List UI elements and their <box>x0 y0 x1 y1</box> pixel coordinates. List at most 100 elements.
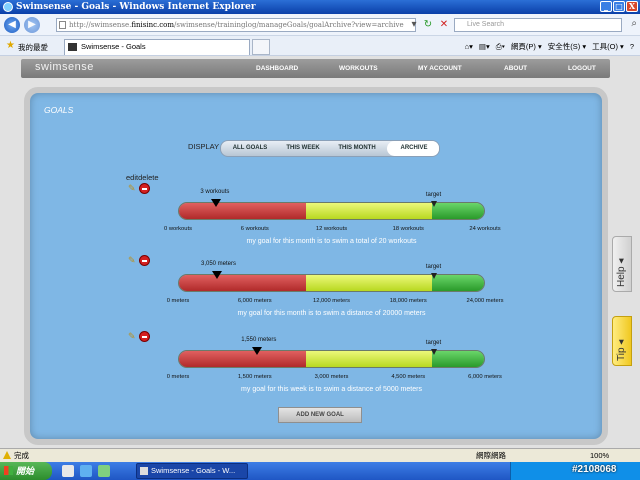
window-title: Swimsense - Goals - Windows Internet Exp… <box>16 2 256 12</box>
tick-label: 6,000 meters <box>468 374 502 380</box>
edit-delete-label: editdelete <box>126 173 159 182</box>
seg-yellow-segment <box>305 203 433 219</box>
page-menu[interactable]: 網頁(P) ▾ <box>511 41 542 52</box>
goal-progress-bar <box>178 350 485 368</box>
minimize-button[interactable]: _ <box>600 1 612 12</box>
new-tab-button[interactable] <box>252 39 270 55</box>
taskbar: 開始 Swimsense - Goals - W... <box>0 462 640 480</box>
goals-panel: GOALS DISPLAY ALL GOALS THIS WEEK THIS M… <box>24 87 608 445</box>
target-marker <box>430 349 437 355</box>
seg-green-segment <box>432 275 484 291</box>
search-icon[interactable]: ⌕ <box>631 18 637 30</box>
seg-red-segment <box>179 275 306 291</box>
nav-dashboard[interactable]: DASHBOARD <box>256 65 298 72</box>
favorites-button[interactable]: 我的最愛 <box>18 42 48 53</box>
dropdown-icon[interactable]: ▾ <box>408 19 420 31</box>
seg-green-segment <box>432 351 484 367</box>
tab-this-month[interactable]: THIS MONTH <box>327 141 387 156</box>
delete-goal-icon[interactable] <box>139 183 150 194</box>
nav-my-account[interactable]: MY ACCOUNT <box>418 65 462 72</box>
seg-red-segment <box>179 203 306 219</box>
command-bar: ⌂▾ ▤▾ ⎙▾ 網頁(P) ▾ 安全性(S) ▾ 工具(O) ▾ ? <box>465 41 634 52</box>
url-domain: finisinc.com <box>131 21 175 29</box>
seg-yellow-segment <box>305 351 433 367</box>
target-marker <box>430 273 437 279</box>
stop-icon[interactable]: ✕ <box>438 19 450 31</box>
display-label: DISPLAY <box>188 142 220 151</box>
safety-menu[interactable]: 安全性(S) ▾ <box>548 41 586 52</box>
target-label: target <box>425 264 442 270</box>
start-button[interactable]: 開始 <box>0 462 52 480</box>
current-progress-label: 1,550 meters <box>241 337 277 343</box>
browser-tab[interactable]: Swimsense - Goals <box>64 39 250 55</box>
target-label: target <box>425 340 442 346</box>
taskbar-ie-window[interactable]: Swimsense - Goals - W... <box>136 463 248 479</box>
window-title-bar: Swimsense - Goals - Windows Internet Exp… <box>0 0 640 14</box>
tick-label: 24,000 meters <box>466 298 504 304</box>
delete-goal-icon[interactable] <box>139 331 150 342</box>
status-text: 完成 <box>14 451 29 460</box>
show-desktop-icon[interactable] <box>62 465 74 477</box>
home-icon[interactable]: ⌂▾ <box>465 42 473 51</box>
goal-caption: my goal for this month is to swim a dist… <box>237 310 426 317</box>
tick-label: 1,500 meters <box>237 374 272 380</box>
tools-menu[interactable]: 工具(O) ▾ <box>592 41 624 52</box>
tab-all-goals[interactable]: ALL GOALS <box>221 141 279 156</box>
tab-favicon-icon <box>68 43 77 51</box>
zoom-level[interactable]: 100% <box>590 449 609 462</box>
url-input[interactable]: http://swimsense.finisinc.com/swimsense/… <box>56 18 416 32</box>
search-input[interactable]: Live Search ⌕ <box>454 18 637 32</box>
tab-title: Swimsense - Goals <box>81 42 146 51</box>
tip-tab[interactable]: Tip ◂ <box>612 316 632 366</box>
display-filter-tabs: ALL GOALS THIS WEEK THIS MONTH ARCHIVE <box>220 140 440 157</box>
ie-quicklaunch-icon[interactable] <box>80 465 92 477</box>
edit-goal-icon[interactable]: ✎ <box>128 184 137 193</box>
back-button[interactable]: ◀ <box>4 17 20 33</box>
nav-logout[interactable]: LOGOUT <box>568 65 596 72</box>
current-progress-marker <box>211 199 222 207</box>
tab-this-week[interactable]: THIS WEEK <box>279 141 327 156</box>
goal-caption: my goal for this month is to swim a tota… <box>246 238 417 245</box>
tick-label: 24 workouts <box>469 226 501 232</box>
url-path: /swimsense/traininglog/manageGoals/goalA… <box>174 21 404 29</box>
tab-archive[interactable]: ARCHIVE <box>387 141 439 156</box>
feeds-icon[interactable]: ▤▾ <box>479 42 490 51</box>
swimsense-logo[interactable]: swimsense <box>35 61 94 73</box>
forward-button[interactable]: ▶ <box>24 17 40 33</box>
media-quicklaunch-icon[interactable] <box>98 465 110 477</box>
edit-goal-icon[interactable]: ✎ <box>128 256 137 265</box>
search-placeholder: Live Search <box>467 21 504 28</box>
nav-about[interactable]: ABOUT <box>504 65 527 72</box>
watermark-id: #2108068 <box>572 464 617 475</box>
tick-label: 0 meters <box>166 374 190 380</box>
current-progress-marker <box>212 271 222 279</box>
ie-logo-icon <box>3 2 13 12</box>
tick-label: 6 workouts <box>240 226 269 232</box>
tick-label: 18 workouts <box>392 226 424 232</box>
tick-label: 0 meters <box>166 298 190 304</box>
nav-workouts[interactable]: WORKOUTS <box>339 65 378 72</box>
tick-label: 12 workouts <box>315 226 348 232</box>
tick-label: 18,000 meters <box>389 298 427 304</box>
target-label: target <box>425 192 442 198</box>
tick-label: 6,000 meters <box>237 298 272 304</box>
tick-label: 4,500 meters <box>391 374 426 380</box>
print-icon[interactable]: ⎙▾ <box>496 42 505 52</box>
current-progress-marker <box>252 347 263 355</box>
url-prefix: http://swimsense. <box>69 21 132 29</box>
tick-label: 0 workouts <box>163 226 193 232</box>
help-tab[interactable]: Help ◂ <box>612 236 632 292</box>
favorites-bar: ★ 我的最愛 Swimsense - Goals ⌂▾ ▤▾ ⎙▾ 網頁(P) … <box>0 36 640 56</box>
refresh-icon[interactable]: ↻ <box>422 19 434 31</box>
favorites-star-icon[interactable]: ★ <box>6 40 15 51</box>
site-nav: swimsense DASHBOARD WORKOUTS MY ACCOUNT … <box>21 59 610 78</box>
zone-text: 網際網路 <box>476 451 506 460</box>
help-menu[interactable]: ? <box>630 42 634 51</box>
close-button[interactable]: X <box>626 1 638 12</box>
maximize-button[interactable]: □ <box>613 1 625 12</box>
add-new-goal-button[interactable]: ADD NEW GOAL <box>278 407 362 423</box>
edit-goal-icon[interactable]: ✎ <box>128 332 137 341</box>
goal-caption: my goal for this week is to swim a dista… <box>241 386 422 393</box>
warning-icon <box>3 451 11 459</box>
delete-goal-icon[interactable] <box>139 255 150 266</box>
